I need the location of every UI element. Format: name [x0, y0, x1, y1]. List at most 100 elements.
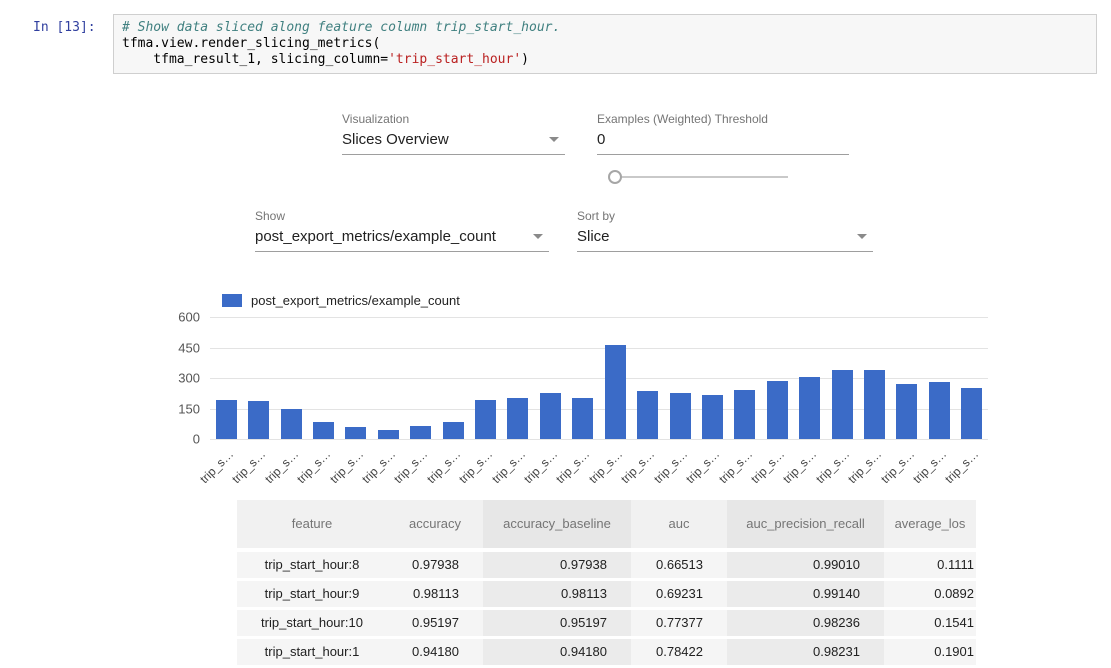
x-axis-tick-label: trip_s… — [748, 447, 787, 486]
x-axis-tick-label: trip_s… — [910, 447, 949, 486]
table-cell: 0.66513 — [631, 552, 727, 578]
bar[interactable] — [313, 422, 334, 439]
legend-label: post_export_metrics/example_count — [251, 293, 460, 308]
table-cell: 0.0892 — [884, 581, 976, 607]
x-axis-tick-label: trip_s… — [262, 447, 301, 486]
y-axis-tick-label: 150 — [178, 401, 200, 416]
x-axis-tick-label: trip_s… — [651, 447, 690, 486]
x-axis-tick-label: trip_s… — [521, 447, 560, 486]
table-cell: 0.69231 — [631, 581, 727, 607]
visualization-dropdown[interactable]: Slices Overview — [342, 130, 565, 155]
y-axis-tick-label: 300 — [178, 371, 200, 386]
x-axis-tick-label: trip_s… — [683, 447, 722, 486]
code-token: # Show data sliced along feature column … — [122, 20, 560, 35]
table-cell: 0.94180 — [387, 639, 483, 665]
show-label: Show — [255, 209, 549, 223]
bar[interactable] — [637, 391, 658, 439]
x-axis-tick-label: trip_s… — [878, 447, 917, 486]
show-field: Show post_export_metrics/example_count — [255, 209, 549, 252]
bar[interactable] — [443, 422, 464, 439]
bar[interactable] — [734, 390, 755, 439]
table-row: trip_start_hour:10.941800.941800.784220.… — [237, 639, 976, 665]
x-axis-tick-label: trip_s… — [327, 447, 366, 486]
x-axis-tick-label: trip_s… — [456, 447, 495, 486]
bar[interactable] — [961, 388, 982, 439]
table-cell: 0.95197 — [483, 610, 631, 636]
bar[interactable] — [929, 382, 950, 439]
y-axis-tick-label: 0 — [193, 432, 200, 447]
threshold-value: 0 — [597, 131, 605, 148]
cell-prompt: In [13]: — [33, 20, 96, 35]
table-header-cell: auc_precision_recall — [727, 500, 884, 548]
code-editor[interactable]: # Show data sliced along feature column … — [122, 20, 1088, 68]
bar[interactable] — [670, 393, 691, 439]
table-cell: 0.98113 — [387, 581, 483, 607]
table-cell: trip_start_hour:9 — [237, 581, 387, 607]
threshold-slider[interactable] — [608, 170, 788, 184]
table-cell: 0.98113 — [483, 581, 631, 607]
bar[interactable] — [540, 393, 561, 439]
table-row: trip_start_hour:90.981130.981130.692310.… — [237, 581, 976, 607]
bar[interactable] — [864, 370, 885, 439]
sort-label: Sort by — [577, 209, 873, 223]
y-axis-tick-label: 450 — [178, 340, 200, 355]
bar[interactable] — [345, 427, 366, 439]
x-axis-tick-label: trip_s… — [943, 447, 982, 486]
bar[interactable] — [248, 401, 269, 439]
code-token: ) — [521, 52, 529, 67]
table-cell: 0.98236 — [727, 610, 884, 636]
table-header-cell: feature — [237, 500, 387, 548]
table-cell: 0.97938 — [387, 552, 483, 578]
table-cell: 0.78422 — [631, 639, 727, 665]
bar[interactable] — [896, 384, 917, 439]
dropdown-arrow-icon[interactable] — [857, 234, 867, 239]
slider-knob[interactable] — [608, 170, 622, 184]
threshold-input[interactable]: 0 — [597, 130, 849, 155]
table-cell: 0.77377 — [631, 610, 727, 636]
sort-dropdown[interactable]: Slice — [577, 227, 873, 252]
bar[interactable] — [572, 398, 593, 439]
table-header-row: featureaccuracyaccuracy_baselineaucauc_p… — [237, 500, 976, 548]
bar[interactable] — [605, 345, 626, 439]
dropdown-arrow-icon[interactable] — [533, 234, 543, 239]
x-axis-tick-label: trip_s… — [197, 447, 236, 486]
show-dropdown[interactable]: post_export_metrics/example_count — [255, 227, 549, 252]
table-cell: trip_start_hour:10 — [237, 610, 387, 636]
table-cell: 0.1901 — [884, 639, 976, 665]
table-cell: 0.99140 — [727, 581, 884, 607]
table-row: trip_start_hour:80.979380.979380.665130.… — [237, 552, 976, 578]
bar[interactable] — [702, 395, 723, 439]
bar[interactable] — [767, 381, 788, 439]
x-axis-tick-label: trip_s… — [716, 447, 755, 486]
table-cell: 0.99010 — [727, 552, 884, 578]
x-axis-tick-label: trip_s… — [618, 447, 657, 486]
bar[interactable] — [832, 370, 853, 439]
x-axis-tick-label: trip_s… — [554, 447, 593, 486]
table-cell: trip_start_hour:8 — [237, 552, 387, 578]
slider-track[interactable] — [618, 176, 788, 178]
table-cell: 0.94180 — [483, 639, 631, 665]
gridline — [210, 317, 988, 318]
gridline — [210, 348, 988, 349]
table-cell: 0.95197 — [387, 610, 483, 636]
code-token: tfma.view.render_slicing_metrics( — [122, 36, 380, 51]
x-axis-tick-label: trip_s… — [845, 447, 884, 486]
notebook-page: In [13]: # Show data sliced along featur… — [0, 0, 1111, 668]
bar[interactable] — [799, 377, 820, 439]
dropdown-arrow-icon[interactable] — [549, 137, 559, 142]
x-axis-tick-label: trip_s… — [424, 447, 463, 486]
code-cell[interactable]: # Show data sliced along feature column … — [113, 14, 1097, 74]
x-axis-tick-label: trip_s… — [780, 447, 819, 486]
bar[interactable] — [378, 430, 399, 439]
code-token: 'trip_start_hour' — [388, 52, 521, 67]
metrics-table: featureaccuracyaccuracy_baselineaucauc_p… — [237, 500, 976, 668]
bar[interactable] — [281, 409, 302, 439]
bar[interactable] — [475, 400, 496, 439]
visualization-field: Visualization Slices Overview — [342, 112, 565, 155]
bar[interactable] — [410, 426, 431, 439]
gridline — [210, 439, 988, 440]
threshold-field: Examples (Weighted) Threshold 0 — [597, 112, 849, 155]
table-header-cell: accuracy — [387, 500, 483, 548]
bar[interactable] — [507, 398, 528, 439]
bar[interactable] — [216, 400, 237, 439]
